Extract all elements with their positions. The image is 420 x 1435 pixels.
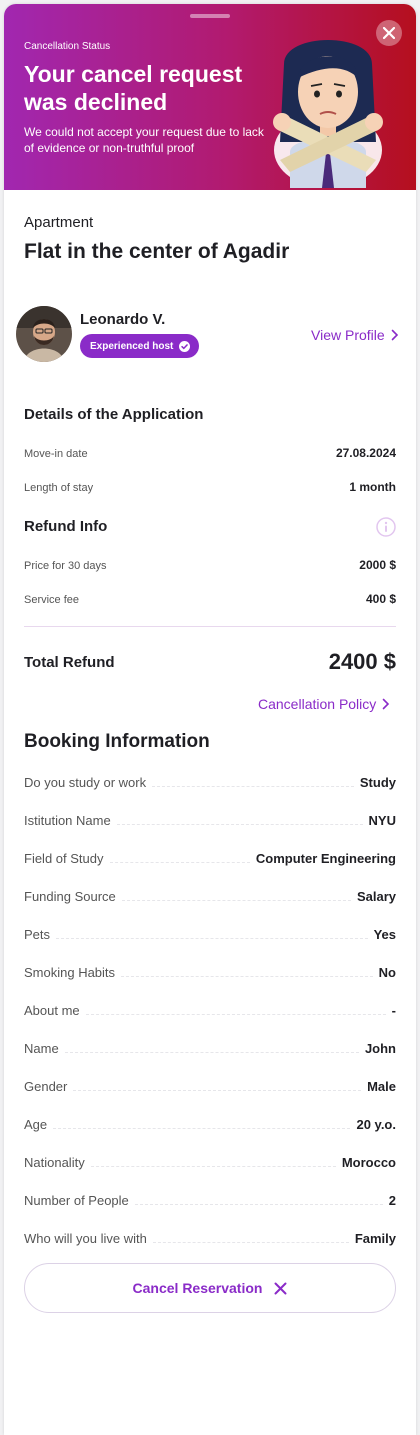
booking-row-label: Smoking Habits [24, 965, 116, 980]
dotted-leader [85, 1014, 386, 1015]
booking-row-value: Morocco [341, 1155, 396, 1170]
booking-row-value: Study [359, 775, 396, 790]
view-profile-link[interactable]: View Profile [311, 327, 399, 343]
drag-handle[interactable] [190, 14, 230, 18]
booking-row-value: No [378, 965, 396, 980]
host-avatar[interactable] [16, 306, 72, 362]
policy-label: Cancellation Policy [258, 696, 377, 712]
verified-check-icon [179, 340, 191, 352]
cancellation-banner: Cancellation Status Your cancel request … [4, 4, 416, 190]
dotted-leader [121, 900, 351, 901]
booking-row-label: Name [24, 1041, 59, 1056]
total-refund-value: 2400 $ [328, 649, 396, 674]
booking-row-label: About me [24, 1003, 80, 1018]
booking-row-label: Pets [24, 927, 51, 942]
listing-type: Apartment [24, 214, 94, 231]
booking-row: Istitution Name NYU [24, 806, 396, 828]
price-label: Price for 30 days [24, 560, 107, 572]
booking-row-value: John [364, 1041, 396, 1056]
experienced-host-badge: Experienced host [80, 334, 200, 358]
move-in-label: Move-in date [24, 448, 88, 460]
x-icon [274, 1282, 287, 1294]
fee-value: 400 $ [365, 592, 396, 606]
booking-row: Number of People 2 [24, 1186, 396, 1208]
booking-row-value: Male [367, 1079, 396, 1094]
fee-row: Service fee 400 $ [24, 592, 396, 606]
move-in-value: 27.08.2024 [335, 446, 396, 460]
close-button[interactable] [376, 20, 402, 46]
length-row: Length of stay 1 month [24, 480, 396, 494]
status-label: Cancellation Status [24, 41, 111, 52]
dotted-leader [90, 1166, 336, 1167]
booking-row: Age 20 y.o. [24, 1110, 396, 1132]
price-row: Price for 30 days 2000 $ [24, 558, 396, 572]
listing-title: Flat in the center of Agadir [24, 240, 290, 263]
booking-row-value: Computer Engineering [255, 851, 396, 866]
booking-row: Do you study or work Study [24, 768, 396, 790]
dotted-leader [53, 1128, 351, 1129]
cancel-reservation-label: Cancel Reservation [132, 1280, 263, 1296]
booking-row: Nationality Morocco [24, 1148, 396, 1170]
host-photo [16, 306, 72, 362]
view-profile-label: View Profile [311, 327, 385, 343]
cancel-reservation-button[interactable]: Cancel Reservation [24, 1263, 396, 1313]
dotted-leader [134, 1204, 383, 1205]
booking-row-value: Yes [373, 927, 396, 942]
booking-row: Field of Study Computer Engineering [24, 844, 396, 866]
dotted-leader [116, 824, 363, 825]
application-heading: Details of the Application [24, 406, 204, 423]
booking-row-label: Gender [24, 1079, 68, 1094]
dotted-leader [64, 1052, 359, 1053]
banner-subtitle: We could not accept your request due to … [24, 125, 264, 155]
booking-row-value: NYU [368, 813, 396, 828]
length-label: Length of stay [24, 482, 94, 494]
banner-title: Your cancel request was declined [24, 61, 243, 115]
booking-row: Who will you live with Family [24, 1224, 396, 1246]
cancellation-policy-link[interactable]: Cancellation Policy [258, 696, 390, 712]
booking-row-value: - [391, 1003, 396, 1018]
dotted-leader [121, 976, 373, 977]
host-name: Leonardo V. [80, 311, 166, 328]
booking-row: Funding Source Salary [24, 882, 396, 904]
dotted-leader [152, 786, 354, 787]
booking-row: Name John [24, 1034, 396, 1056]
booking-row-value: 2 [388, 1193, 396, 1208]
chevron-right-icon [382, 698, 390, 710]
booking-heading: Booking Information [24, 731, 210, 752]
booking-row-label: Who will you live with [24, 1231, 147, 1246]
dotted-leader [56, 938, 368, 939]
booking-row-value: Family [354, 1231, 396, 1246]
booking-row-label: Nationality [24, 1155, 85, 1170]
booking-row: About me - [24, 996, 396, 1018]
booking-row-label: Age [24, 1117, 48, 1132]
divider [24, 626, 396, 627]
booking-row: Pets Yes [24, 920, 396, 942]
booking-row: Smoking Habits No [24, 958, 396, 980]
badge-label: Experienced host [90, 340, 174, 352]
booking-row-label: Number of People [24, 1193, 129, 1208]
booking-row-label: Field of Study [24, 851, 104, 866]
price-value: 2000 $ [359, 558, 396, 572]
declined-woman-illustration [273, 40, 383, 188]
booking-row-label: Do you study or work [24, 775, 147, 790]
booking-row-label: Funding Source [24, 889, 116, 904]
total-refund-label: Total Refund [24, 654, 115, 671]
length-value: 1 month [349, 480, 396, 494]
cancellation-sheet: Cancellation Status Your cancel request … [4, 4, 416, 1435]
dotted-leader [109, 862, 250, 863]
dotted-leader [73, 1090, 362, 1091]
info-icon[interactable] [376, 517, 396, 537]
booking-row-label: Istitution Name [24, 813, 111, 828]
chevron-right-icon [391, 329, 398, 341]
refund-heading: Refund Info [24, 518, 108, 535]
booking-row: Gender Male [24, 1072, 396, 1094]
move-in-row: Move-in date 27.08.2024 [24, 446, 396, 460]
dotted-leader [152, 1242, 349, 1243]
fee-label: Service fee [24, 594, 80, 606]
close-icon [383, 27, 395, 39]
booking-row-value: Salary [356, 889, 396, 904]
booking-row-value: 20 y.o. [356, 1117, 396, 1132]
